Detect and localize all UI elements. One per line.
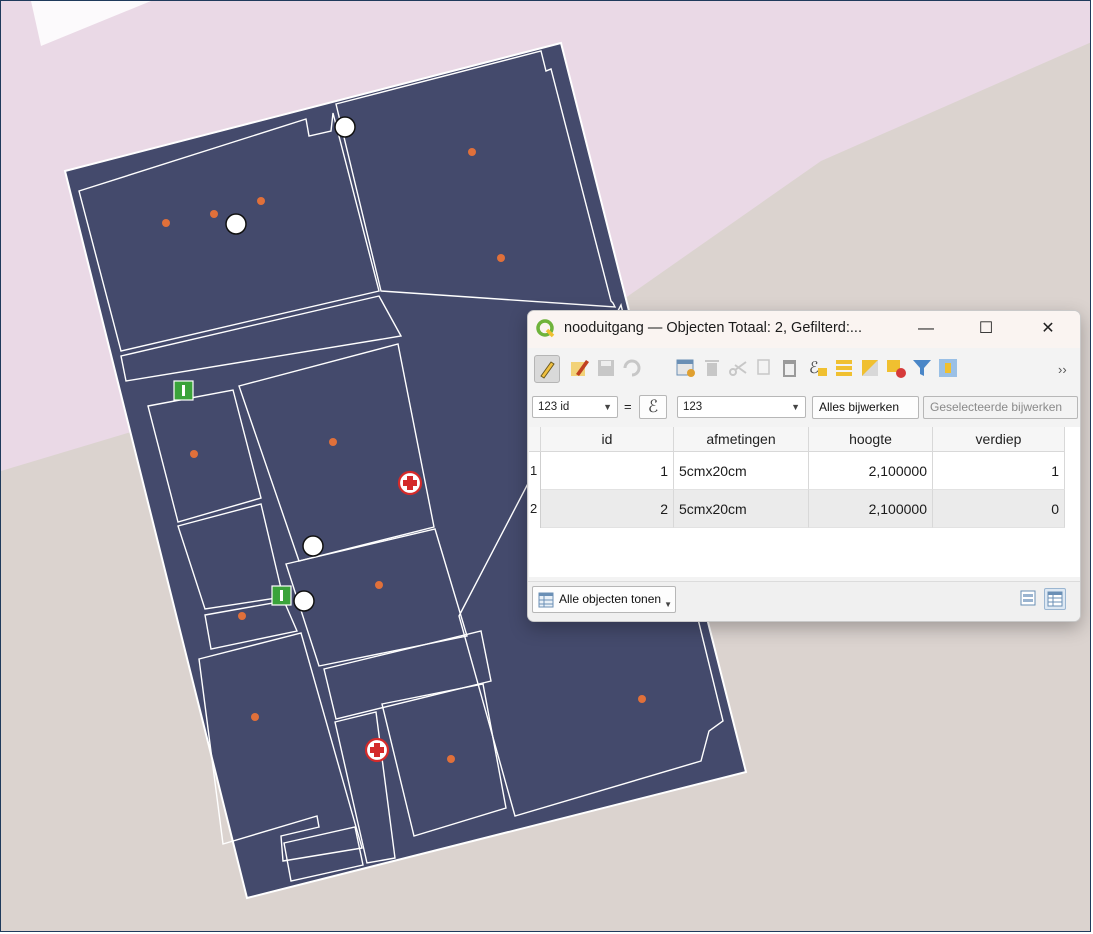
add-feature-icon[interactable] [674,356,698,380]
expression-select-icon[interactable]: ℰ [806,356,830,380]
update-all-button[interactable]: Alles bijwerken [812,396,919,419]
door-marker [302,535,324,557]
cell-verdiep[interactable]: 0 [933,490,1065,528]
exit-sign-icon [271,585,292,606]
qgis-logo-icon [536,319,555,338]
cell-hoogte[interactable]: 2,100000 [809,452,933,490]
toolbar-overflow-button[interactable]: ›› [1058,362,1067,377]
window-title: nooduitgang — Objecten Totaal: 2, Gefilt… [564,320,862,336]
show-all-features-button[interactable]: Alle objecten tonen ▼ [532,586,677,613]
pan-to-selection-icon[interactable] [936,356,960,380]
select-all-icon[interactable] [832,356,856,380]
room-point [329,438,337,446]
form-view-icon [1020,590,1036,606]
column-header-verdiep[interactable]: verdiep [933,427,1065,452]
room-point [190,450,198,458]
column-header-afmetingen[interactable]: afmetingen [674,427,809,452]
first-aid-icon [397,470,423,496]
room-point [638,695,646,703]
room-point [497,254,505,262]
cell-id[interactable]: 1 [541,452,674,490]
window-titlebar[interactable]: nooduitgang — Objecten Totaal: 2, Gefilt… [528,311,1080,348]
room-point [257,197,265,205]
column-header-hoogte[interactable]: hoogte [809,427,933,452]
cell-afmetingen[interactable]: 5cmx20cm [674,452,809,490]
corner-header[interactable] [529,427,541,452]
first-aid-icon [364,737,390,763]
cell-hoogte[interactable]: 2,100000 [809,490,933,528]
field-select[interactable]: 123 id ▼ [532,396,618,418]
invert-selection-icon[interactable] [858,356,882,380]
map-canvas[interactable]: nooduitgang — Objecten Totaal: 2, Gefilt… [0,0,1091,932]
chevron-down-icon: ▼ [791,402,800,412]
room-point [251,713,259,721]
save-icon[interactable] [594,356,618,380]
deselect-icon[interactable] [884,356,908,380]
table-icon [538,592,554,608]
cell-verdiep[interactable]: 1 [933,452,1065,490]
room-point [210,210,218,218]
reload-icon[interactable] [620,356,644,380]
svg-text:ℰ: ℰ [809,358,819,377]
cell-id[interactable]: 2 [541,490,674,528]
paste-icon[interactable] [778,356,802,380]
expression-button[interactable]: ℰ [639,395,667,419]
room-point [238,612,246,620]
room-point [468,148,476,156]
door-marker [293,590,315,612]
field-calculator-bar: 123 id ▼ = ℰ 123 ▼ Alles bijwerken Gesel… [528,393,1080,421]
chevron-down-icon: ▼ [664,600,673,609]
toggle-editing-button[interactable] [534,355,560,383]
close-button[interactable]: ✕ [1028,315,1068,343]
chevron-down-icon: ▼ [603,402,612,412]
show-all-label: Alle objecten tonen [559,592,662,606]
copy-icon[interactable] [752,356,776,380]
maximize-button[interactable]: ☐ [966,315,1006,343]
room-point [447,755,455,763]
row-header[interactable]: 1 [529,452,541,490]
door-marker [334,116,356,138]
attribute-table-window[interactable]: nooduitgang — Objecten Totaal: 2, Gefilt… [527,310,1081,622]
table-view-icon [1047,591,1063,607]
update-selected-button[interactable]: Geselecteerde bijwerken [923,396,1078,419]
room-point [375,581,383,589]
row-header[interactable]: 2 [529,490,541,528]
form-view-button[interactable] [1018,588,1040,610]
attribute-table[interactable]: id afmetingen hoogte verdiep 1 1 5cmx20c… [529,427,1080,577]
field-select-value: 123 id [538,401,570,413]
equals-label: = [624,399,632,414]
status-bar: Alle objecten tonen ▼ [528,581,1080,621]
room-point [162,219,170,227]
cut-icon[interactable] [726,356,750,380]
filter-icon[interactable] [910,356,934,380]
pencil-icon [540,361,555,379]
door-marker [225,213,247,235]
minimize-button[interactable]: — [906,315,946,343]
attribute-toolbar: ℰ ›› [528,351,1080,387]
value-input-text: 123 [683,401,703,413]
delete-icon[interactable] [700,356,724,380]
exit-sign-icon [173,380,194,401]
value-input[interactable]: 123 ▼ [677,396,806,418]
cell-afmetingen[interactable]: 5cmx20cm [674,490,809,528]
column-header-id[interactable]: id [541,427,674,452]
table-view-button[interactable] [1044,588,1066,610]
multi-edit-icon[interactable] [568,356,592,380]
